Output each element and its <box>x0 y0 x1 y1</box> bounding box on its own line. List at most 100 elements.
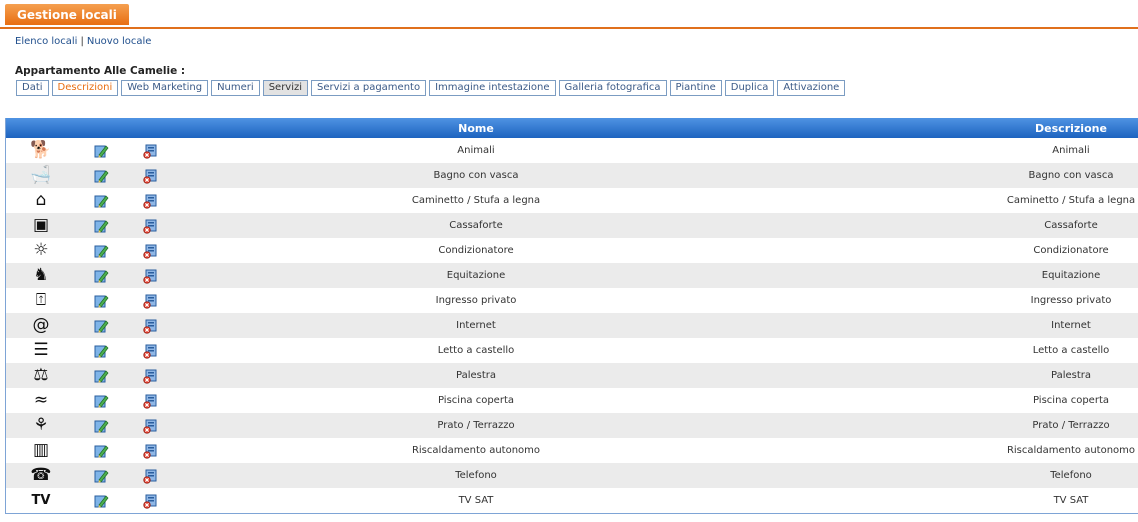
telephone-icon: ☎ <box>30 465 52 485</box>
delete-icon[interactable] <box>142 368 158 384</box>
edit-icon[interactable] <box>93 168 109 184</box>
cell-descrizione: Equitazione <box>1041 270 1101 281</box>
pet-icon: 🐕 <box>30 140 52 160</box>
edit-icon[interactable] <box>93 268 109 284</box>
safe-icon: ▣ <box>32 215 50 235</box>
top-links: Elenco locali | Nuovo locale <box>15 36 151 47</box>
tab-attivazione[interactable]: Attivazione <box>777 80 846 96</box>
services-grid: Nome Descrizione 🐕 Animali Animali 🛁 Bagno c… <box>5 118 1138 514</box>
cell-nome: TV SAT <box>458 495 494 506</box>
terrace-icon: ⚘ <box>33 415 49 435</box>
cell-descrizione: Telefono <box>1050 470 1092 481</box>
table-row: 🛁 Bagno con vasca Bagno con vasca <box>6 163 1138 188</box>
delete-icon[interactable] <box>142 218 158 234</box>
edit-icon[interactable] <box>93 318 109 334</box>
cell-descrizione: Prato / Terrazzo <box>1032 420 1110 431</box>
cell-nome: Animali <box>457 145 495 156</box>
tab-duplica[interactable]: Duplica <box>724 80 775 96</box>
cell-descrizione: Cassaforte <box>1044 220 1098 231</box>
nuovo-locale-link[interactable]: Nuovo locale <box>87 36 152 47</box>
cell-nome: Caminetto / Stufa a legna <box>411 195 541 206</box>
table-row: ▣ Cassaforte Cassaforte <box>6 213 1138 238</box>
delete-icon[interactable] <box>142 393 158 409</box>
table-row: ⚖ Palestra Palestra <box>6 363 1138 388</box>
table-row: ⚘ Prato / Terrazzo Prato / Terrazzo <box>6 413 1138 438</box>
edit-icon[interactable] <box>93 393 109 409</box>
table-row: ☼ Condizionatore Condizionatore <box>6 238 1138 263</box>
delete-icon[interactable] <box>142 343 158 359</box>
internet-at-icon: @ <box>32 315 50 335</box>
delete-icon[interactable] <box>142 418 158 434</box>
bunk-bed-icon: ☰ <box>33 340 49 360</box>
cell-descrizione: Riscaldamento autonomo <box>1006 445 1136 456</box>
cell-descrizione: Palestra <box>1050 370 1091 381</box>
cell-descrizione: Condizionatore <box>1033 245 1109 256</box>
cell-nome: Piscina coperta <box>438 395 514 406</box>
tab-numeri[interactable]: Numeri <box>211 80 260 96</box>
cell-descrizione: Bagno con vasca <box>1028 170 1114 181</box>
cell-descrizione: Letto a castello <box>1032 345 1110 356</box>
table-row: ⍐ Ingresso privato Ingresso privato <box>6 288 1138 313</box>
tab-servizi-a-pagamento[interactable]: Servizi a pagamento <box>311 80 427 96</box>
tab-galleria-fotografica[interactable]: Galleria fotografica <box>558 80 667 96</box>
cell-descrizione: Internet <box>1051 320 1091 331</box>
horse-icon: ♞ <box>33 265 49 285</box>
elenco-locali-link[interactable]: Elenco locali <box>15 36 77 47</box>
grid-header: Nome Descrizione <box>6 118 1138 138</box>
edit-icon[interactable] <box>93 468 109 484</box>
delete-icon[interactable] <box>142 318 158 334</box>
edit-icon[interactable] <box>93 368 109 384</box>
edit-icon[interactable] <box>93 343 109 359</box>
cell-nome: Cassaforte <box>449 220 503 231</box>
delete-icon[interactable] <box>142 493 158 509</box>
cell-descrizione: Caminetto / Stufa a legna <box>1006 195 1136 206</box>
gym-icon: ⚖ <box>33 365 49 385</box>
delete-icon[interactable] <box>142 143 158 159</box>
cell-nome: Internet <box>456 320 496 331</box>
edit-icon[interactable] <box>93 493 109 509</box>
edit-icon[interactable] <box>93 418 109 434</box>
tab-immagine-intestazione[interactable]: Immagine intestazione <box>429 80 556 96</box>
table-row: 🐕 Animali Animali <box>6 138 1138 163</box>
tab-web-marketing[interactable]: Web Marketing <box>121 80 209 96</box>
tab-descrizioni[interactable]: Descrizioni <box>51 80 119 96</box>
table-row: @ Internet Internet <box>6 313 1138 338</box>
tab-dati[interactable]: Dati <box>16 80 49 96</box>
delete-icon[interactable] <box>142 168 158 184</box>
radiator-icon: ▥ <box>32 440 50 460</box>
cell-descrizione: Ingresso privato <box>1030 295 1112 306</box>
cell-descrizione: Animali <box>1052 145 1090 156</box>
delete-icon[interactable] <box>142 443 158 459</box>
cell-nome: Equitazione <box>446 270 506 281</box>
cell-nome: Telefono <box>455 470 497 481</box>
property-title: Appartamento Alle Camelie : <box>15 65 186 77</box>
private-entrance-icon: ⍐ <box>35 290 47 310</box>
top-bar: Gestione locali <box>0 0 1138 29</box>
cell-nome: Bagno con vasca <box>433 170 519 181</box>
tab-servizi[interactable]: Servizi <box>262 80 309 96</box>
table-row: TV TV SAT TV SAT <box>6 488 1138 513</box>
delete-icon[interactable] <box>142 293 158 309</box>
edit-icon[interactable] <box>93 443 109 459</box>
cell-nome: Letto a castello <box>437 345 515 356</box>
links-separator: | <box>80 36 84 47</box>
air-conditioner-icon: ☼ <box>33 240 49 260</box>
delete-icon[interactable] <box>142 193 158 209</box>
delete-icon[interactable] <box>142 468 158 484</box>
fireplace-icon: ⌂ <box>35 190 47 210</box>
edit-icon[interactable] <box>93 218 109 234</box>
cell-nome: Condizionatore <box>438 245 514 256</box>
delete-icon[interactable] <box>142 243 158 259</box>
edit-icon[interactable] <box>93 143 109 159</box>
property-tabs: Dati Descrizioni Web Marketing Numeri Serviz… <box>16 80 846 96</box>
edit-icon[interactable] <box>93 293 109 309</box>
column-header-nome[interactable]: Nome <box>376 122 576 135</box>
column-header-descrizione[interactable]: Descrizione <box>991 122 1138 135</box>
tab-piantine[interactable]: Piantine <box>669 80 722 96</box>
grid-body: 🐕 Animali Animali 🛁 Bagno con vasca Bagno con… <box>6 138 1138 513</box>
cell-descrizione: Piscina coperta <box>1033 395 1109 406</box>
edit-icon[interactable] <box>93 193 109 209</box>
delete-icon[interactable] <box>142 268 158 284</box>
cell-nome: Prato / Terrazzo <box>437 420 515 431</box>
edit-icon[interactable] <box>93 243 109 259</box>
